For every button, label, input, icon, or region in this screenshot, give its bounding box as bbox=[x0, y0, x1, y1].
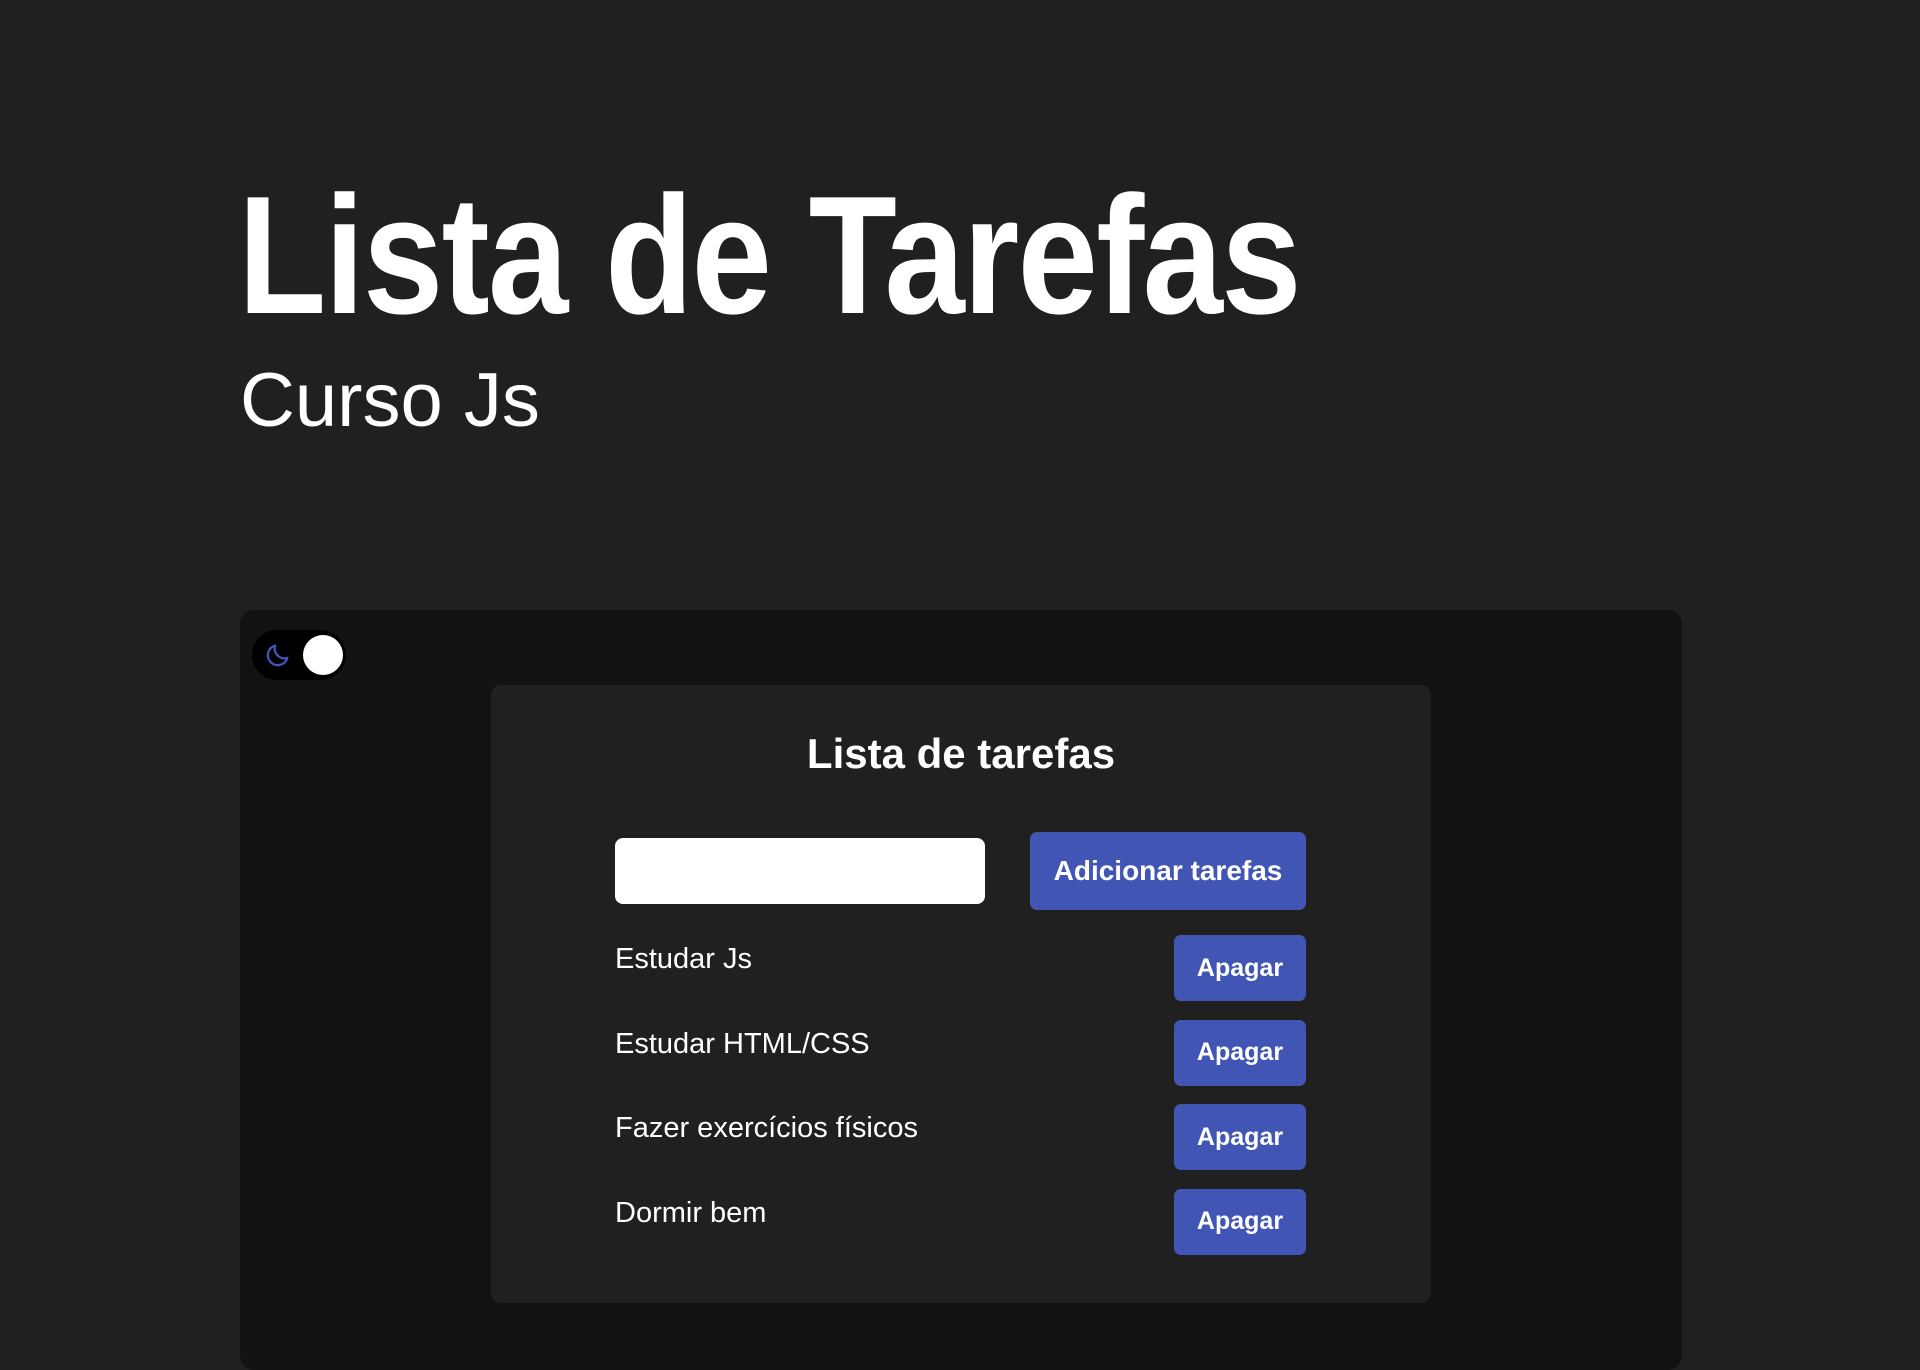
theme-toggle[interactable] bbox=[252, 630, 346, 680]
task-item: Estudar Js Apagar bbox=[615, 935, 1306, 1001]
task-item: Estudar HTML/CSS Apagar bbox=[615, 1019, 1306, 1086]
app-frame: Lista de tarefas Adicionar tarefas Estud… bbox=[240, 610, 1682, 1370]
task-text: Dormir bem bbox=[615, 1196, 767, 1229]
task-list: Estudar Js Apagar Estudar HTML/CSS Apaga… bbox=[615, 935, 1306, 1273]
task-text: Estudar HTML/CSS bbox=[615, 1027, 870, 1060]
delete-task-button[interactable]: Apagar bbox=[1174, 1104, 1306, 1170]
add-task-button[interactable]: Adicionar tarefas bbox=[1030, 832, 1306, 910]
delete-task-button[interactable]: Apagar bbox=[1174, 1019, 1306, 1086]
task-text: Fazer exercícios físicos bbox=[615, 1112, 918, 1144]
page-subtitle: Curso Js bbox=[240, 358, 540, 443]
todo-card: Lista de tarefas Adicionar tarefas Estud… bbox=[491, 685, 1431, 1303]
delete-task-button[interactable]: Apagar bbox=[1174, 935, 1306, 1001]
task-input[interactable] bbox=[615, 838, 985, 904]
page-title: Lista de Tarefas bbox=[238, 161, 1302, 349]
task-item: Fazer exercícios físicos Apagar bbox=[615, 1104, 1306, 1170]
task-text: Estudar Js bbox=[615, 943, 752, 975]
todo-heading: Lista de tarefas bbox=[806, 730, 1116, 777]
delete-task-button[interactable]: Apagar bbox=[1174, 1188, 1306, 1255]
toggle-knob[interactable] bbox=[303, 635, 343, 675]
task-item: Dormir bem Apagar bbox=[615, 1188, 1306, 1255]
moon-icon bbox=[266, 644, 289, 667]
